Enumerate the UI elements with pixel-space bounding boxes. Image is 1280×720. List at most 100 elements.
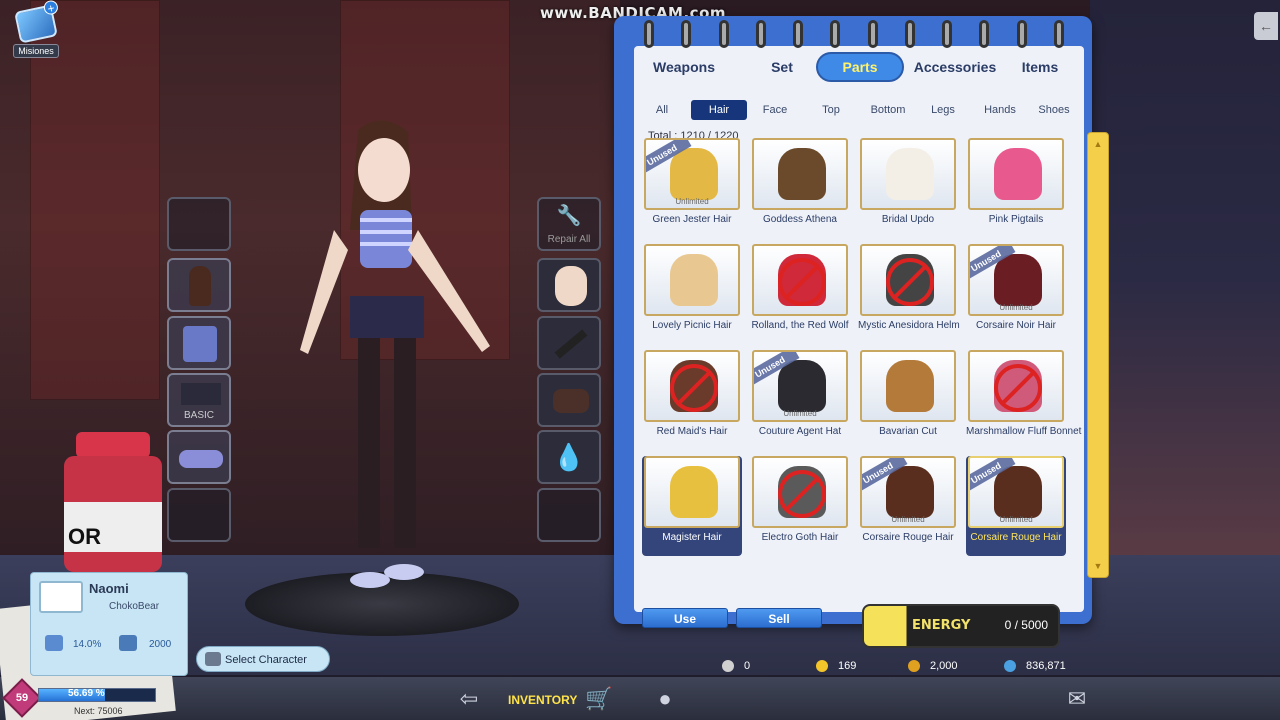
inventory-item[interactable]: Rolland, the Red Wolf xyxy=(750,244,850,344)
currency-tokens: 2,000 xyxy=(908,655,958,677)
inventory-item[interactable]: Goddess Athena xyxy=(750,138,850,238)
gloves-icon xyxy=(553,389,589,413)
hair-icon xyxy=(778,148,826,200)
unlimited-tag: Unlimited xyxy=(783,409,817,418)
inventory-item[interactable]: Bridal Updo xyxy=(858,138,958,238)
inventory-item[interactable]: Pink Pigtails xyxy=(966,138,1066,238)
tab-set[interactable]: Set xyxy=(752,52,812,82)
item-thumbnail xyxy=(968,138,1064,210)
item-thumbnail xyxy=(860,138,956,210)
scroll-down-icon[interactable]: ▼ xyxy=(1091,559,1105,573)
subtab-all[interactable]: All xyxy=(642,100,682,120)
back-arrow-icon[interactable]: ⇦ xyxy=(452,685,486,713)
subtab-legs[interactable]: Legs xyxy=(920,100,966,120)
subtab-hair[interactable]: Hair xyxy=(691,100,747,120)
inventory-item[interactable]: Red Maid's Hair xyxy=(642,350,742,450)
prohibited-icon xyxy=(886,258,934,306)
character-card[interactable]: Naomi ChokoBear 14.0% 2000 xyxy=(30,572,188,676)
inventory-item[interactable]: Unused Unlimited Corsaire Noir Hair xyxy=(966,244,1066,344)
repair-all-button[interactable]: 🔧 Repair All xyxy=(537,197,601,251)
item-thumbnail: Unused Unlimited xyxy=(644,138,740,210)
subtab-hands[interactable]: Hands xyxy=(974,100,1026,120)
equip-slot-empty[interactable] xyxy=(167,488,231,542)
subtab-top[interactable]: Top xyxy=(808,100,854,120)
item-name: Marshmallow Fluff Bonnet xyxy=(966,426,1082,437)
subtab-shoes[interactable]: Shoes xyxy=(1028,100,1080,120)
inventory-item[interactable]: Unused Unlimited Green Jester Hair xyxy=(642,138,742,238)
item-name: Bavarian Cut xyxy=(879,426,937,437)
unlimited-tag: Unlimited xyxy=(999,515,1033,524)
hair-icon xyxy=(670,148,718,200)
collapse-arrow-button[interactable]: ← xyxy=(1254,12,1278,40)
hair-icon xyxy=(670,254,718,306)
currency-gp: 836,871 xyxy=(1004,655,1066,677)
equip-slot-bottom[interactable]: BASIC xyxy=(167,373,231,427)
equip-slot-face[interactable] xyxy=(537,258,601,312)
unlimited-tag: Unlimited xyxy=(999,303,1033,312)
missions-button[interactable]: + Misiones xyxy=(10,0,62,60)
currency-bar: 0 169 2,000 836,871 xyxy=(0,655,1280,677)
subtab-bottom[interactable]: Bottom xyxy=(860,100,916,120)
select-character-button[interactable]: Select Character xyxy=(196,646,330,672)
item-scrollbar[interactable]: ▲ ▼ xyxy=(1087,132,1109,578)
scroll-up-icon[interactable]: ▲ xyxy=(1091,137,1105,151)
missions-label: Misiones xyxy=(13,44,59,58)
character-model[interactable] xyxy=(290,110,510,610)
equip-slot-empty[interactable] xyxy=(167,197,231,251)
room-window xyxy=(1090,0,1280,560)
item-thumbnail xyxy=(752,244,848,316)
wall-panel xyxy=(30,0,160,400)
svg-text:OR: OR xyxy=(68,524,101,549)
category-tabs: Weapons Set Parts Accessories Items xyxy=(634,52,1064,82)
tab-accessories[interactable]: Accessories xyxy=(906,52,1004,82)
inventory-item[interactable]: Unused Unlimited Couture Agent Hat xyxy=(750,350,850,450)
inventory-item[interactable]: Electro Goth Hair xyxy=(750,456,850,556)
xp-next: Next: 75006 xyxy=(74,706,123,716)
tab-parts[interactable]: Parts xyxy=(816,52,904,82)
inventory-label[interactable]: INVENTORY xyxy=(508,693,577,707)
item-name: Couture Agent Hat xyxy=(758,426,842,437)
equip-slot-hair[interactable] xyxy=(167,258,231,312)
item-grid: Unused Unlimited Green Jester Hair Goddess … xyxy=(642,138,1082,578)
equip-slot-top[interactable] xyxy=(167,316,231,370)
sell-button[interactable]: Sell xyxy=(736,608,822,628)
item-name: Goddess Athena xyxy=(763,214,837,225)
item-name: Corsaire Noir Hair xyxy=(975,320,1056,331)
speed-icon xyxy=(45,635,63,651)
use-button[interactable]: Use xyxy=(642,608,728,628)
inventory-item[interactable]: Bavarian Cut xyxy=(858,350,958,450)
inventory-item[interactable]: Lovely Picnic Hair xyxy=(642,244,742,344)
item-name: Mystic Anesidora Helm xyxy=(858,320,960,331)
item-name: Rolland, the Red Wolf xyxy=(751,320,849,331)
tab-items[interactable]: Items xyxy=(1010,52,1070,82)
capsule-icon[interactable]: ● xyxy=(648,685,682,713)
character-name: Naomi xyxy=(89,581,129,596)
inventory-panel: Weapons Set Parts Accessories Items All … xyxy=(614,16,1092,628)
equip-slot-shoes[interactable] xyxy=(167,430,231,484)
energy-value: 0 / 5000 xyxy=(1004,618,1048,632)
inventory-item[interactable]: Marshmallow Fluff Bonnet xyxy=(966,350,1082,450)
energy-meter: ENERGY 0 / 5000 xyxy=(862,604,1060,648)
item-thumbnail: Unused Unlimited xyxy=(968,456,1064,528)
inventory-item[interactable]: Mystic Anesidora Helm xyxy=(858,244,960,344)
equip-slot-legs[interactable] xyxy=(537,316,601,370)
item-name: Lovely Picnic Hair xyxy=(652,320,732,331)
wrench-icon: 🔧 xyxy=(556,205,582,227)
inventory-item[interactable]: Unused Unlimited Corsaire Rouge Hair xyxy=(966,456,1066,556)
tab-weapons[interactable]: Weapons xyxy=(644,52,724,82)
inventory-item[interactable]: Unused Unlimited Corsaire Rouge Hair xyxy=(858,456,958,556)
item-thumbnail: Unused Unlimited xyxy=(860,456,956,528)
shop-cart-icon[interactable]: 🛒 xyxy=(582,685,616,713)
subtab-face[interactable]: Face xyxy=(752,100,798,120)
prohibited-icon xyxy=(670,364,718,412)
character-stat-percent: 14.0% xyxy=(73,639,102,650)
mail-icon[interactable]: ✉ xyxy=(1060,685,1094,713)
equip-slot-accessory[interactable]: 💧 xyxy=(537,430,601,484)
item-thumbnail xyxy=(752,456,848,528)
equip-slot-hands[interactable] xyxy=(537,373,601,427)
hair-icon xyxy=(994,148,1042,200)
inventory-item[interactable]: Magister Hair xyxy=(642,456,742,556)
subcategory-tabs: All Hair Face Top Bottom Legs Hands Shoe… xyxy=(634,100,1084,122)
equip-slot-empty[interactable] xyxy=(537,488,601,542)
item-name: Magister Hair xyxy=(662,532,722,543)
